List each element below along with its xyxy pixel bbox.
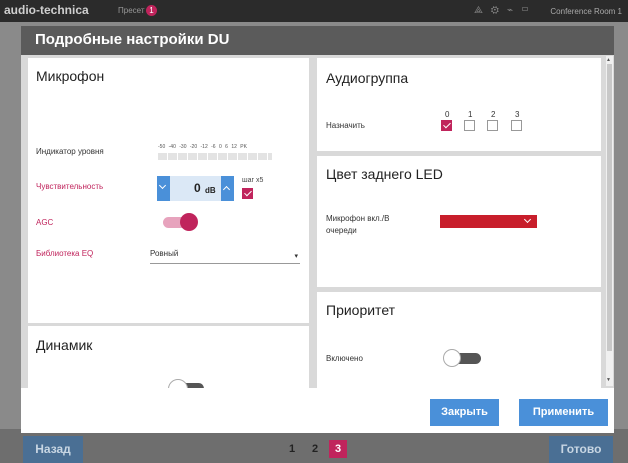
modal-header: Подробные настройки DU xyxy=(21,26,614,55)
sensitivity-unit: dB xyxy=(205,186,216,195)
speaker-title: Динамик xyxy=(36,337,93,353)
apply-button[interactable]: Применить xyxy=(519,399,608,426)
chevron-down-icon xyxy=(523,215,532,224)
sensitivity-decrease-button[interactable] xyxy=(157,176,170,201)
microphone-panel: Микрофон Индикатор уровня -50 -40 -30 -2… xyxy=(28,58,309,323)
group-2-checkbox[interactable] xyxy=(487,120,498,131)
speaker-panel: Динамик xyxy=(28,326,309,388)
mic-on-label: Микрофон вкл./В очереди xyxy=(326,214,390,235)
group-3-checkbox[interactable] xyxy=(511,120,522,131)
rear-led-title: Цвет заднего LED xyxy=(326,166,443,182)
group-3-label: 3 xyxy=(515,110,520,119)
done-button[interactable]: Готово xyxy=(549,436,613,463)
rear-led-panel: Цвет заднего LED Микрофон вкл./В очереди xyxy=(317,156,601,287)
room-icon: ▭ xyxy=(521,5,538,16)
group-1-checkbox[interactable] xyxy=(464,120,475,131)
scroll-up-icon[interactable]: ▲ xyxy=(606,57,611,63)
speaker-toggle-knob[interactable] xyxy=(168,379,188,388)
level-label: Индикатор уровня xyxy=(36,147,104,156)
close-button[interactable]: Закрыть xyxy=(430,399,499,426)
modal-title: Подробные настройки DU xyxy=(35,31,230,48)
level-meter-scale: -50 -40 -30 -20 -12 -6 0 6 12 PK xyxy=(158,144,247,150)
led-color-dropdown[interactable] xyxy=(440,215,537,228)
room-name: Conference Room 1 xyxy=(550,7,622,16)
settings-modal: Подробные настройки DU Микрофон Индикато… xyxy=(21,26,614,433)
scroll-down-icon[interactable]: ▼ xyxy=(606,377,611,383)
enabled-label: Включено xyxy=(326,354,363,363)
sensitivity-label: Чувствительность xyxy=(36,182,104,191)
chevron-up-icon xyxy=(222,185,231,194)
dropdown-arrow-icon: ▾ xyxy=(294,253,298,260)
audio-group-panel: Аудиогруппа Назначить 0 1 2 3 xyxy=(317,58,601,151)
level-meter xyxy=(158,153,272,160)
settings-icon: ⚙ xyxy=(490,5,508,16)
priority-toggle-knob[interactable] xyxy=(443,349,461,367)
app-header: audio-technica Пресет 1 ⟁⚙⌁▭ Conference … xyxy=(0,0,628,22)
microphone-title: Микрофон xyxy=(36,68,105,84)
eq-dropdown[interactable]: Ровный ▾ xyxy=(150,249,300,264)
sensitivity-value-box: 0 dB xyxy=(170,176,221,201)
preset-label: Пресет xyxy=(118,6,145,15)
page-1[interactable]: 1 xyxy=(283,440,301,458)
header-icons: ⟁⚙⌁▭ xyxy=(474,5,537,16)
check-icon xyxy=(443,120,451,129)
page-3[interactable]: 3 xyxy=(329,440,347,458)
assign-label: Назначить xyxy=(326,121,365,130)
usb-icon: ⟁ xyxy=(474,5,491,16)
eq-dropdown-value: Ровный xyxy=(150,249,179,258)
page-2[interactable]: 2 xyxy=(306,440,324,458)
group-0-label: 0 xyxy=(445,110,450,119)
priority-panel: Приоритет Включено xyxy=(317,292,601,388)
group-0-checkbox[interactable] xyxy=(441,120,452,131)
group-2-label: 2 xyxy=(491,110,496,119)
chevron-down-icon xyxy=(158,181,167,190)
sensitivity-increase-button[interactable] xyxy=(221,176,234,201)
audio-group-title: Аудиогруппа xyxy=(326,70,409,86)
eq-label: Библиотека EQ xyxy=(36,249,94,258)
back-button[interactable]: Назад xyxy=(23,436,83,463)
priority-title: Приоритет xyxy=(326,302,396,318)
check-icon xyxy=(244,188,252,197)
modal-body: Микрофон Индикатор уровня -50 -40 -30 -2… xyxy=(21,55,614,388)
signal-icon: ⌁ xyxy=(507,5,522,16)
step-label: шаг x5 xyxy=(242,177,264,184)
agc-label: AGC xyxy=(36,218,54,227)
brand-logo: audio-technica xyxy=(4,3,89,17)
agc-toggle-knob[interactable] xyxy=(180,213,198,231)
preset-badge: 1 xyxy=(146,5,157,16)
group-1-label: 1 xyxy=(468,110,473,119)
scrollbar-thumb[interactable] xyxy=(607,64,612,351)
step-checkbox[interactable] xyxy=(242,188,253,199)
sensitivity-value: 0 xyxy=(194,181,201,195)
